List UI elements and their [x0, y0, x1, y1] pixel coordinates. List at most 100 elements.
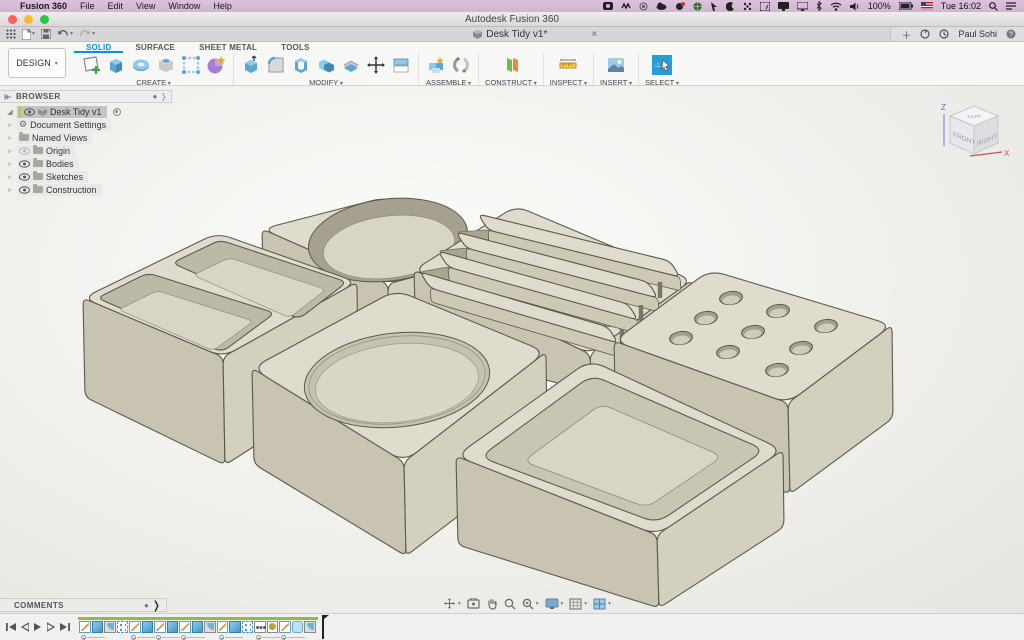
menu-file[interactable]: File	[80, 1, 95, 11]
menu-edit[interactable]: Edit	[108, 1, 124, 11]
wifi-icon[interactable]	[830, 2, 842, 11]
press-pull-icon[interactable]	[240, 54, 262, 76]
orbit-icon[interactable]: ▾	[443, 597, 461, 610]
grid-settings-icon[interactable]: ▾	[569, 598, 587, 610]
timeline-group-marker[interactable]	[181, 635, 186, 640]
menu-window[interactable]: Window	[168, 1, 200, 11]
timeline-feature-fillet[interactable]	[304, 621, 316, 633]
close-tab-icon[interactable]: ×	[591, 29, 597, 40]
tab-tools[interactable]: TOOLS	[269, 43, 321, 53]
expand-icon[interactable]: ▹	[6, 160, 14, 168]
form-icon[interactable]	[205, 54, 227, 76]
extrude-icon[interactable]	[105, 54, 127, 76]
file-icon[interactable]: ▾	[22, 28, 35, 40]
timeline-feature-sketch[interactable]	[79, 621, 91, 633]
group-label-modify[interactable]: MODIFY	[309, 78, 343, 87]
timeline-feature-sketch[interactable]	[154, 621, 166, 633]
grid-icon[interactable]	[6, 29, 16, 39]
group-label-create[interactable]: CREATE	[136, 78, 171, 87]
timeline-feature-extrude[interactable]	[167, 621, 179, 633]
timeline-feature-extrude[interactable]	[92, 621, 104, 633]
minimize-window-button[interactable]	[24, 15, 33, 24]
browser-grip-icon[interactable]: ❭	[160, 92, 167, 101]
history-icon[interactable]	[939, 29, 949, 39]
display-settings-icon[interactable]: ▾	[545, 598, 564, 610]
document-tab[interactable]: Desk Tidy v1* ×	[180, 29, 890, 40]
step-forward-icon[interactable]	[47, 622, 55, 632]
design-workspace-dropdown[interactable]: DESIGN▾	[8, 48, 66, 78]
hole-icon[interactable]	[155, 54, 177, 76]
list-icon[interactable]	[1006, 2, 1016, 10]
group-label-select[interactable]: SELECT	[645, 78, 679, 87]
notes-icon[interactable]	[760, 2, 770, 11]
timeline-group-marker[interactable]	[256, 635, 261, 640]
expand-icon[interactable]: ▹	[6, 173, 14, 181]
eye-icon[interactable]	[19, 147, 30, 155]
play-icon[interactable]	[34, 622, 42, 632]
timeline-feature-extrude[interactable]	[229, 621, 241, 633]
timeline-group-marker[interactable]	[281, 635, 286, 640]
group-label-inspect[interactable]: INSPECT	[550, 78, 587, 87]
viewports-icon[interactable]: ▾	[593, 598, 611, 610]
timeline-feature-pattern[interactable]	[242, 621, 254, 633]
fillet-icon[interactable]	[265, 54, 287, 76]
timeline-track[interactable]	[78, 614, 330, 640]
timeline-group-marker[interactable]	[81, 635, 86, 640]
browser-item-document-settings[interactable]: ▹⚙Document Settings	[6, 118, 172, 131]
look-at-icon[interactable]	[467, 598, 480, 609]
help-icon[interactable]: ?	[1006, 29, 1016, 39]
app-grid-icon[interactable]	[621, 2, 631, 10]
pattern-icon[interactable]	[180, 54, 202, 76]
expand-icon[interactable]: ▹	[6, 134, 14, 142]
timeline-feature-sketch[interactable]	[217, 621, 229, 633]
undo-icon[interactable]: ▾	[57, 28, 73, 40]
timeline-feature-fillet[interactable]	[204, 621, 216, 633]
group-label-construct[interactable]: CONSTRUCT	[485, 78, 537, 87]
display-icon[interactable]	[778, 2, 789, 11]
eye-icon[interactable]	[24, 108, 35, 116]
globe-icon[interactable]	[693, 2, 702, 11]
fit-icon[interactable]: ▾	[522, 598, 539, 610]
timeline-feature-form[interactable]	[292, 621, 304, 633]
group-label-assemble[interactable]: ASSEMBLE	[426, 78, 471, 87]
timeline-feature-fillet[interactable]	[104, 621, 116, 633]
group-label-insert[interactable]: INSERT	[600, 78, 632, 87]
menu-help[interactable]: Help	[213, 1, 232, 11]
menu-app-name[interactable]: Fusion 360	[20, 1, 67, 11]
create-sketch-icon[interactable]	[80, 54, 102, 76]
timeline-feature-sketch[interactable]	[129, 621, 141, 633]
save-icon[interactable]	[41, 29, 51, 39]
step-back-icon[interactable]	[21, 622, 29, 632]
menu-view[interactable]: View	[136, 1, 155, 11]
browser-options-icon[interactable]: ●	[152, 92, 157, 101]
measure-icon[interactable]	[557, 54, 579, 76]
browser-item-construction[interactable]: ▹Construction	[6, 183, 172, 196]
cloud-icon[interactable]	[656, 2, 667, 10]
tab-sheet-metal[interactable]: SHEET METAL	[187, 43, 269, 53]
revolve-icon[interactable]	[130, 54, 152, 76]
bluetooth-icon[interactable]	[816, 1, 822, 11]
timeline-feature-extrude[interactable]	[192, 621, 204, 633]
eye-icon[interactable]	[19, 186, 30, 194]
shell-icon[interactable]	[290, 54, 312, 76]
zoom-icon[interactable]	[504, 598, 516, 610]
pan-icon[interactable]	[486, 598, 498, 610]
offset-face-icon[interactable]	[340, 54, 362, 76]
activate-component-icon[interactable]	[113, 108, 121, 116]
view-cube[interactable]: Z X TOP FRONT RIGHT	[930, 94, 1012, 172]
joint-icon[interactable]	[450, 54, 472, 76]
dots-icon[interactable]	[743, 2, 752, 11]
timeline-group-marker[interactable]	[219, 635, 224, 640]
align-icon[interactable]	[390, 54, 412, 76]
volume-icon[interactable]	[850, 2, 860, 11]
expand-icon[interactable]: ◢	[6, 108, 14, 116]
timeline-feature-sketch[interactable]	[279, 621, 291, 633]
browser-item-sketches[interactable]: ▹Sketches	[6, 170, 172, 183]
move-icon[interactable]	[365, 54, 387, 76]
timeline-feature-pattern[interactable]	[117, 621, 129, 633]
tab-surface[interactable]: SURFACE	[123, 43, 187, 53]
cursor-icon[interactable]	[710, 2, 718, 11]
timeline-feature-hole[interactable]	[254, 621, 266, 633]
sync-icon[interactable]	[920, 29, 930, 39]
construction-plane-icon[interactable]	[500, 54, 522, 76]
